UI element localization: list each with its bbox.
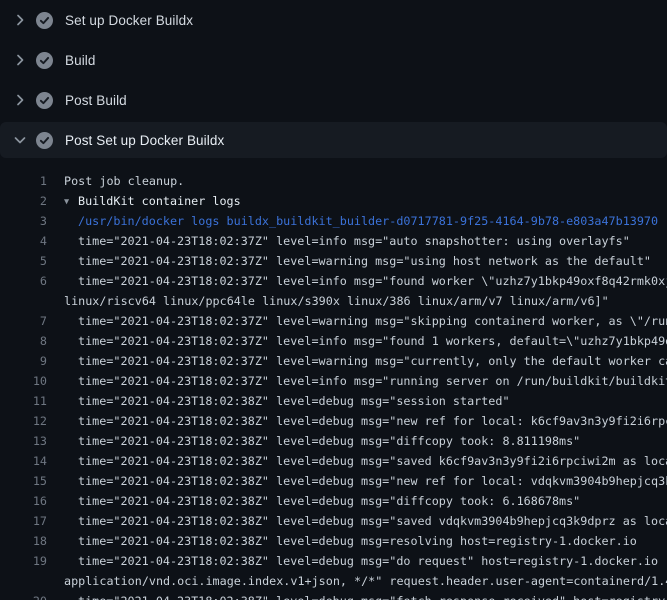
log-line-wrap: application/vnd.oci.image.index.v1+json,… [0,571,667,591]
log-line-number[interactable]: 9 [0,351,47,371]
log-line-text: time="2021-04-23T18:02:37Z" level=info m… [78,231,630,251]
log-line: 11 time="2021-04-23T18:02:38Z" level=deb… [0,391,667,411]
log-line: 6 time="2021-04-23T18:02:37Z" level=info… [0,271,667,291]
step-header-build[interactable]: Build [0,40,667,80]
check-circle-icon [36,12,53,29]
log-line-text: time="2021-04-23T18:02:38Z" level=debug … [78,471,667,491]
log-line-wrap: linux/riscv64 linux/ppc64le linux/s390x … [0,291,667,311]
log-line: 7 time="2021-04-23T18:02:37Z" level=warn… [0,311,667,331]
log-line: 8 time="2021-04-23T18:02:37Z" level=info… [0,331,667,351]
log-line-number [0,571,47,591]
log-line-number[interactable]: 1 [0,171,47,191]
log-line-number[interactable]: 2 [0,191,47,211]
actions-log-viewer: Set up Docker Buildx Build P [0,0,667,600]
log-line-number[interactable]: 4 [0,231,47,251]
log-line-text: time="2021-04-23T18:02:38Z" level=debug … [78,491,580,511]
log-line-text: time="2021-04-23T18:02:37Z" level=info m… [78,331,667,351]
log-line: 9 time="2021-04-23T18:02:37Z" level=warn… [0,351,667,371]
log-line-number[interactable]: 13 [0,431,47,451]
check-circle-icon [36,52,53,69]
log-line-text: time="2021-04-23T18:02:38Z" level=debug … [78,511,667,531]
log-line-number[interactable]: 20 [0,591,47,600]
log-line-number[interactable]: 16 [0,491,47,511]
group-expanded-caret-icon[interactable]: ▼ [64,192,78,211]
step-header-set-up-docker-buildx[interactable]: Set up Docker Buildx [0,0,667,40]
log-line: 2 ▼BuildKit container logs [0,191,667,211]
log-line-number[interactable]: 8 [0,331,47,351]
log-container: 1 Post job cleanup. 2 ▼BuildKit containe… [0,158,667,600]
log-line: 12 time="2021-04-23T18:02:38Z" level=deb… [0,411,667,431]
log-line-number[interactable]: 6 [0,271,47,291]
log-line: 16 time="2021-04-23T18:02:38Z" level=deb… [0,491,667,511]
log-line-number[interactable]: 17 [0,511,47,531]
log-line: 10 time="2021-04-23T18:02:37Z" level=inf… [0,371,667,391]
log-line-text: /usr/bin/docker logs buildx_buildkit_bui… [78,211,658,231]
log-line-text: time="2021-04-23T18:02:37Z" level=info m… [78,371,667,391]
group-title[interactable]: BuildKit container logs [78,194,241,208]
log-line-number[interactable]: 19 [0,551,47,571]
log-line-text: time="2021-04-23T18:02:38Z" level=debug … [78,451,667,471]
step-title: Post Build [65,93,127,108]
log-line-text: application/vnd.oci.image.index.v1+json,… [64,571,667,591]
log-line-text: time="2021-04-23T18:02:37Z" level=info m… [78,271,667,291]
log-line: 13 time="2021-04-23T18:02:38Z" level=deb… [0,431,667,451]
log-line: 4 time="2021-04-23T18:02:37Z" level=info… [0,231,667,251]
log-line-text: time="2021-04-23T18:02:38Z" level=debug … [78,591,667,600]
log-line-text: ▼BuildKit container logs [64,191,241,211]
chevron-down-icon[interactable] [12,132,28,148]
log-line-number [0,291,47,311]
log-line: 18 time="2021-04-23T18:02:38Z" level=deb… [0,531,667,551]
log-line-text: time="2021-04-23T18:02:38Z" level=debug … [78,391,510,411]
log-line-text: time="2021-04-23T18:02:37Z" level=warnin… [78,251,651,271]
log-line-number[interactable]: 11 [0,391,47,411]
log-line-number[interactable]: 3 [0,211,47,231]
check-circle-icon [36,92,53,109]
log-line: 17 time="2021-04-23T18:02:38Z" level=deb… [0,511,667,531]
step-title: Set up Docker Buildx [65,13,193,28]
step-header-post-set-up-docker-buildx[interactable]: Post Set up Docker Buildx [0,122,667,158]
log-line: 15 time="2021-04-23T18:02:38Z" level=deb… [0,471,667,491]
log-line: 3 /usr/bin/docker logs buildx_buildkit_b… [0,211,667,231]
log-line-text: Post job cleanup. [64,171,184,191]
log-line-text: time="2021-04-23T18:02:37Z" level=warnin… [78,311,667,331]
log-line-text: time="2021-04-23T18:02:37Z" level=warnin… [78,351,667,371]
log-line-text: time="2021-04-23T18:02:38Z" level=debug … [78,531,637,551]
log-line: 14 time="2021-04-23T18:02:38Z" level=deb… [0,451,667,471]
log-line-text: linux/riscv64 linux/ppc64le linux/s390x … [64,291,609,311]
log-line: 20 time="2021-04-23T18:02:38Z" level=deb… [0,591,667,600]
check-circle-icon [36,132,53,149]
log-line: 1 Post job cleanup. [0,171,667,191]
step-title: Build [65,53,96,68]
log-line: 5 time="2021-04-23T18:02:37Z" level=warn… [0,251,667,271]
step-header-post-build[interactable]: Post Build [0,80,667,120]
step-title: Post Set up Docker Buildx [65,133,224,148]
log-line: 19 time="2021-04-23T18:02:38Z" level=deb… [0,551,667,571]
log-line-number[interactable]: 12 [0,411,47,431]
chevron-right-icon[interactable] [12,52,28,68]
log-line-text: time="2021-04-23T18:02:38Z" level=debug … [78,551,667,571]
chevron-right-icon[interactable] [12,12,28,28]
log-line-number[interactable]: 18 [0,531,47,551]
steps-list: Set up Docker Buildx Build P [0,0,667,158]
log-line-number[interactable]: 5 [0,251,47,271]
log-line-number[interactable]: 15 [0,471,47,491]
log-line-number[interactable]: 10 [0,371,47,391]
log-line-number[interactable]: 7 [0,311,47,331]
log-line-text: time="2021-04-23T18:02:38Z" level=debug … [78,431,580,451]
log-line-number[interactable]: 14 [0,451,47,471]
log-line-text: time="2021-04-23T18:02:38Z" level=debug … [78,411,667,431]
chevron-right-icon[interactable] [12,92,28,108]
